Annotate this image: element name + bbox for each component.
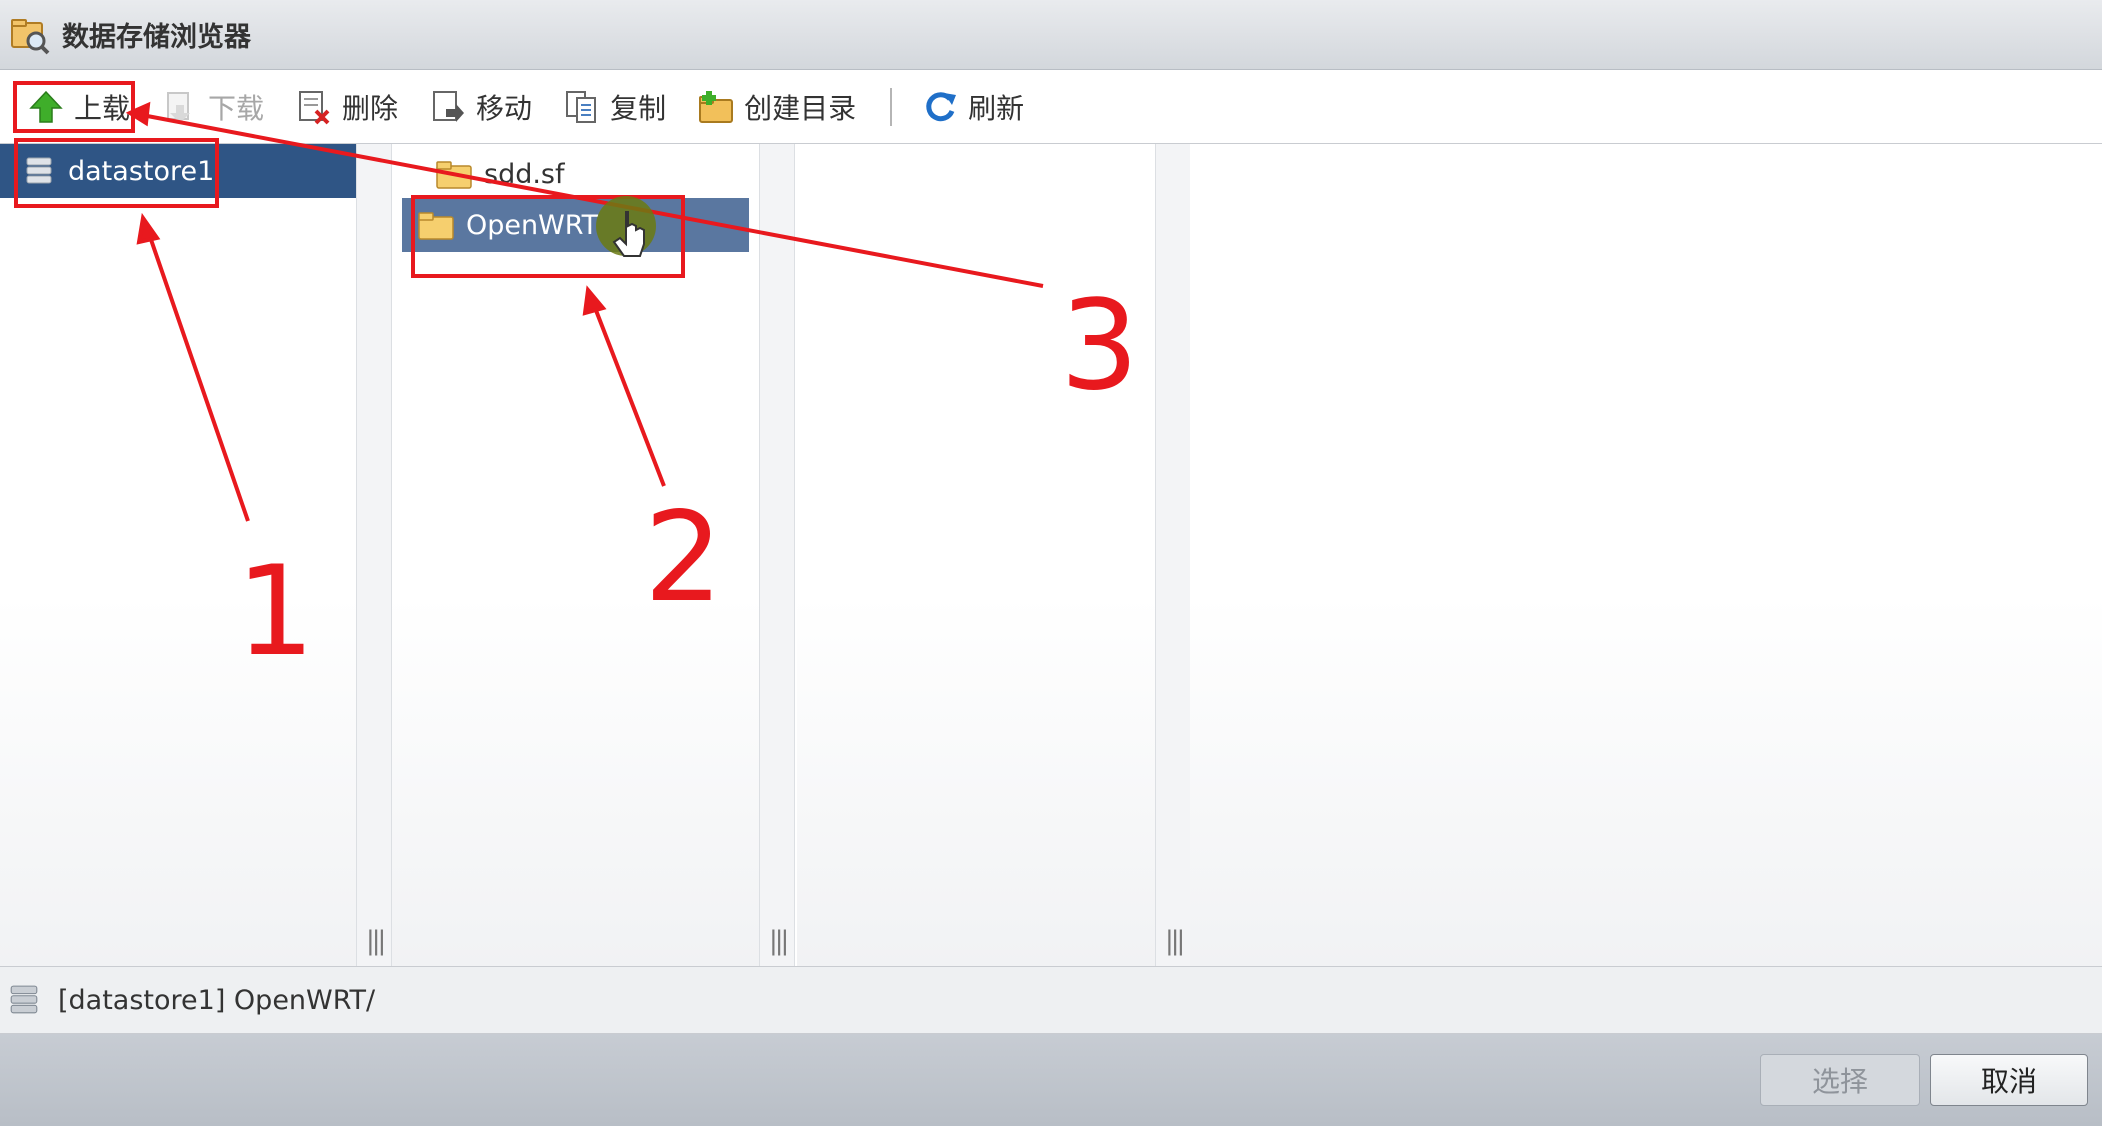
splitter-grip: |||	[1165, 926, 1185, 956]
delete-button[interactable]: 删除	[286, 79, 408, 135]
dialog-footer: 选择 取消	[0, 1034, 2102, 1126]
download-button[interactable]: 下载	[152, 79, 274, 135]
upload-button[interactable]: 上载	[18, 79, 140, 135]
cancel-button[interactable]: 取消	[1930, 1054, 2088, 1106]
download-icon	[167, 91, 191, 123]
window-title-bar: 数据存储浏览器	[0, 0, 2102, 70]
toolbar-separator	[890, 87, 893, 126]
toolbar: 上载 下载 删除 移动 复制 创建目录 刷新	[0, 70, 2102, 144]
folder-list-pane: sdd.sf OpenWRT	[392, 144, 759, 966]
delete-label: 删除	[342, 91, 399, 125]
folder-item-selected[interactable]: OpenWRT	[402, 198, 749, 252]
refresh-label: 刷新	[968, 91, 1025, 125]
copy-label: 复制	[610, 91, 667, 125]
refresh-icon	[926, 91, 957, 121]
column-splitter[interactable]: |||	[356, 144, 392, 966]
status-bar: [datastore1] OpenWRT/	[0, 966, 2102, 1034]
folder-name: OpenWRT	[466, 209, 599, 241]
copy-icon	[566, 90, 597, 123]
copy-button[interactable]: 复制	[554, 79, 676, 135]
upload-label: 上载	[74, 91, 131, 125]
upload-arrow-icon	[29, 90, 63, 123]
folder-icon	[418, 212, 454, 240]
current-path: [datastore1] OpenWRT/	[58, 984, 376, 1016]
refresh-button[interactable]: 刷新	[912, 79, 1034, 135]
datastore-item[interactable]: datastore1	[0, 144, 356, 198]
datastore-name: datastore1	[68, 155, 215, 187]
splitter-grip: |||	[366, 926, 386, 956]
column-splitter[interactable]: |||	[759, 144, 795, 966]
folder-item[interactable]: sdd.sf	[422, 152, 752, 196]
move-label: 移动	[476, 91, 533, 125]
datastore-icon	[10, 985, 38, 1014]
datastore-icon	[26, 157, 52, 184]
create-folder-label: 创建目录	[744, 91, 857, 125]
preview-pane	[1190, 144, 2102, 966]
contents-pane	[797, 144, 1155, 966]
folder-name: sdd.sf	[484, 158, 565, 190]
window-title: 数据存储浏览器	[62, 22, 251, 53]
browser-panes: datastore1 ||| sdd.sf OpenWRT ||| |||	[0, 144, 2102, 966]
splitter-grip: |||	[769, 926, 789, 956]
move-icon	[433, 90, 465, 122]
download-label: 下载	[208, 91, 265, 125]
column-splitter[interactable]: |||	[1155, 144, 1191, 966]
datastore-browser-icon	[11, 18, 50, 54]
folder-icon	[436, 161, 472, 189]
select-button[interactable]: 选择	[1760, 1054, 1920, 1106]
delete-icon	[299, 90, 330, 124]
datastore-list-pane: datastore1	[0, 144, 356, 966]
create-folder-icon	[699, 90, 734, 123]
move-button[interactable]: 移动	[420, 79, 542, 135]
create-folder-button[interactable]: 创建目录	[688, 79, 866, 135]
